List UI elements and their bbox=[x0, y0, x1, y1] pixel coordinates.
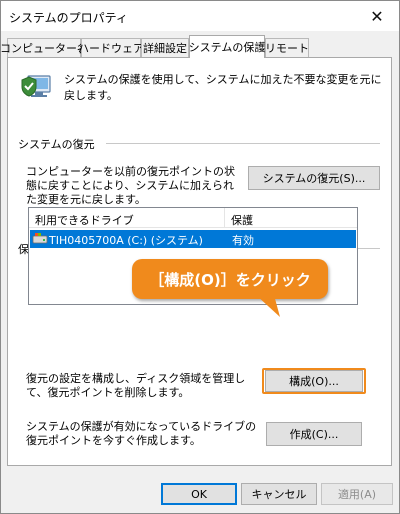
tab-advanced[interactable]: 詳細設定 bbox=[141, 38, 189, 57]
window-title: システムのプロパティ bbox=[9, 11, 128, 25]
tab-remote[interactable]: リモート bbox=[265, 38, 309, 57]
system-restore-button[interactable]: システムの復元(S)... bbox=[248, 166, 380, 190]
create-description: システムの保護が有効になっているドライブの復元ポイントを今すぐ作成します。 bbox=[26, 420, 257, 447]
section-divider bbox=[106, 143, 380, 144]
tab-system-protection[interactable]: システムの保護 bbox=[189, 35, 265, 58]
button-label: 構成(O)... bbox=[289, 375, 339, 388]
close-button[interactable]: ✕ bbox=[355, 1, 399, 31]
restore-description: コンピューターを以前の復元ポイントの状態に戻すことにより、システムに加えられた変… bbox=[26, 165, 235, 206]
callout-text: ［構成(O)］をクリック bbox=[149, 270, 311, 289]
configure-button[interactable]: 構成(O)... bbox=[265, 370, 363, 392]
tab-computer-name[interactable]: コンピューター名 bbox=[0, 38, 88, 57]
button-label: システムの復元(S)... bbox=[262, 172, 366, 185]
drive-protection-status: 有効 bbox=[232, 234, 254, 247]
tab-label: ハードウェア bbox=[78, 42, 144, 55]
tab-hardware[interactable]: ハードウェア bbox=[78, 38, 144, 57]
ok-button[interactable]: OK bbox=[161, 483, 237, 505]
title-bar: システムのプロパティ ✕ bbox=[1, 1, 399, 31]
create-button[interactable]: 作成(C)... bbox=[266, 422, 362, 446]
list-header: 利用できるドライブ 保護 bbox=[29, 208, 357, 228]
column-divider[interactable] bbox=[224, 208, 225, 228]
tab-label: リモート bbox=[265, 42, 309, 55]
callout-pointer bbox=[256, 295, 280, 317]
system-properties-window: システムのプロパティ ✕ コンピューター名 ハードウェア 詳細設定 システムの保… bbox=[0, 0, 400, 514]
button-label: 作成(C)... bbox=[289, 428, 339, 441]
close-icon: ✕ bbox=[370, 6, 384, 26]
system-protection-shield-icon bbox=[21, 75, 51, 97]
tab-label: コンピューター名 bbox=[0, 42, 88, 55]
tab-label: 詳細設定 bbox=[143, 42, 187, 55]
drive-icon bbox=[32, 233, 48, 244]
instruction-callout: ［構成(O)］をクリック bbox=[132, 259, 328, 299]
restore-section-label: システムの復元 bbox=[18, 138, 95, 151]
column-header-drives[interactable]: 利用できるドライブ bbox=[35, 212, 134, 228]
drive-name: TIH0405700A (C:) (システム) bbox=[49, 234, 203, 247]
cancel-button[interactable]: キャンセル bbox=[241, 483, 317, 505]
button-label: 適用(A) bbox=[337, 488, 377, 501]
button-label: OK bbox=[191, 487, 207, 501]
tab-label: システムの保護 bbox=[188, 41, 266, 54]
apply-button[interactable]: 適用(A) bbox=[321, 483, 393, 505]
column-header-protection[interactable]: 保護 bbox=[231, 212, 253, 228]
configure-description: 復元の設定を構成し、ディスク領域を管理して、復元ポイントを削除します。 bbox=[26, 372, 246, 399]
button-label: キャンセル bbox=[251, 488, 307, 501]
intro-text: システムの保護を使用して、システムに加えた不要な変更を元に戻します。 bbox=[64, 73, 382, 102]
drive-row[interactable]: TIH0405700A (C:) (システム) 有効 bbox=[30, 230, 356, 248]
